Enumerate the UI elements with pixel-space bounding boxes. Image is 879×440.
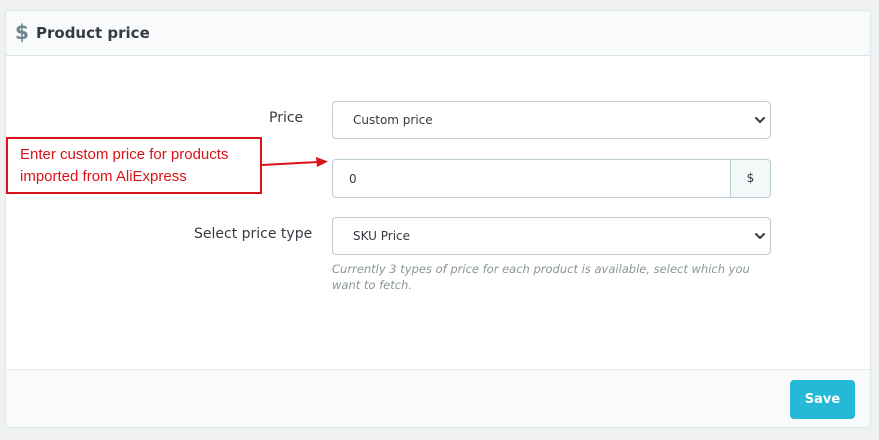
price-select-value: Custom price: [353, 113, 433, 127]
chevron-down-icon: [755, 233, 765, 239]
price-type-label: Select price type: [194, 226, 313, 242]
custom-price-input[interactable]: [333, 160, 731, 197]
price-type-select[interactable]: SKU Price: [332, 217, 771, 255]
price-label: Price: [269, 110, 304, 126]
dollar-icon: $: [15, 20, 29, 44]
panel-footer: Save: [6, 369, 870, 427]
currency-addon: $: [730, 160, 770, 197]
price-select[interactable]: Custom price: [332, 101, 771, 139]
price-type-select-value: SKU Price: [353, 229, 411, 243]
product-price-panel: $ Product price Price Custom price $ Sel…: [5, 10, 871, 428]
annotation-arrow-icon: [262, 157, 328, 167]
price-type-help: Currently 3 types of price for each prod…: [332, 262, 750, 292]
annotation-callout: Enter custom price for products imported…: [6, 137, 262, 194]
save-button[interactable]: Save: [790, 380, 855, 419]
panel-header: $ Product price: [6, 11, 870, 56]
annotation-line-1: Enter custom price for products: [20, 146, 229, 163]
chevron-down-icon: [755, 117, 765, 123]
annotation-line-2: imported from AliExpress: [20, 168, 187, 185]
custom-price-input-group: $: [332, 159, 771, 198]
panel-title: Product price: [36, 24, 150, 42]
